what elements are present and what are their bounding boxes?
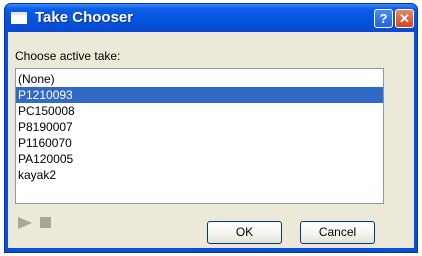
help-button[interactable]: ? [374,9,393,28]
list-item[interactable]: kayak2 [16,167,383,183]
list-item[interactable]: (None) [16,71,383,87]
window-title: Take Chooser [35,9,134,26]
list-item[interactable]: P1210093 [16,87,383,103]
take-list[interactable]: (None) P1210093 PC150008 P8190007 P11600… [15,68,384,204]
title-bar[interactable]: Take Chooser ? ✕ [5,4,417,32]
list-item[interactable]: PC150008 [16,103,383,119]
ok-button[interactable]: OK [207,221,282,244]
take-chooser-window: Take Chooser ? ✕ Choose active take: (No… [4,3,418,253]
play-icon[interactable] [18,217,32,229]
list-item[interactable]: P8190007 [16,119,383,135]
window-icon [11,12,27,24]
dialog-body: Choose active take: (None) P1210093 PC15… [8,32,414,248]
list-item[interactable]: P1160070 [16,135,383,151]
cancel-button[interactable]: Cancel [300,221,375,244]
choose-take-label: Choose active take: [15,49,121,63]
stop-icon[interactable] [40,217,51,228]
close-button[interactable]: ✕ [395,9,414,28]
list-item[interactable]: PA120005 [16,151,383,167]
